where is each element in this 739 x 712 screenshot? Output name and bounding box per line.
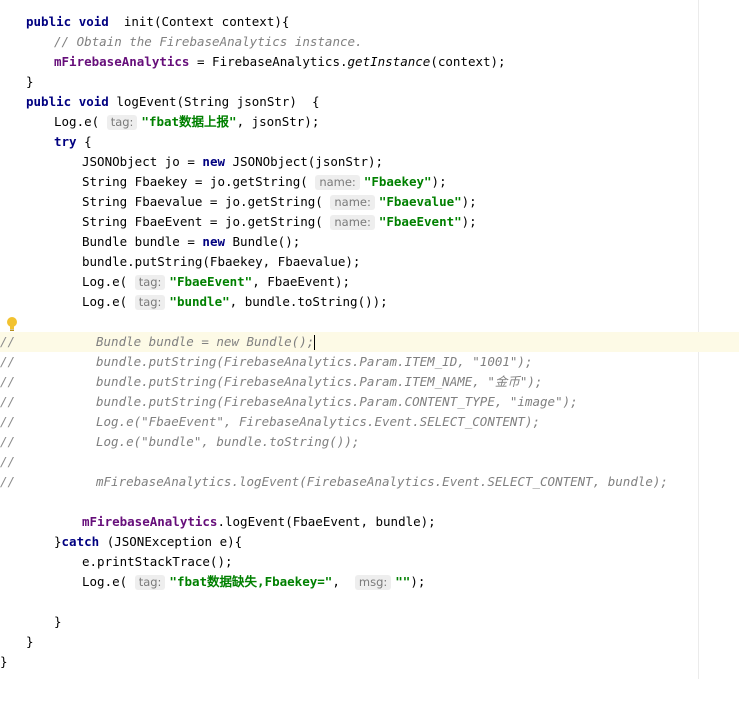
code-line[interactable]: mFirebaseAnalytics.logEvent(FbaeEvent, b… xyxy=(0,512,739,532)
code-line[interactable]: } xyxy=(0,632,739,652)
code-line[interactable]: // bundle.putString(FirebaseAnalytics.Pa… xyxy=(0,372,739,392)
code-line-current[interactable]: // Bundle bundle = new Bundle(); xyxy=(0,332,739,352)
code-line[interactable]: Log.e( tag: "fbat数据上报", jsonStr); xyxy=(0,112,739,132)
code-line[interactable]: } xyxy=(0,612,739,632)
code-line[interactable]: String Fbaekey = jo.getString( name: "Fba… xyxy=(0,172,739,192)
parameter-hint: tag: xyxy=(106,115,138,130)
code-line[interactable]: e.printStackTrace(); xyxy=(0,552,739,572)
parameter-hint: msg: xyxy=(354,575,392,590)
code-line[interactable]: // bundle.putString(FirebaseAnalytics.Pa… xyxy=(0,352,739,372)
code-line[interactable]: public void logEvent(String jsonStr) { xyxy=(0,92,739,112)
code-line[interactable]: public void init(Context context){ xyxy=(0,12,739,32)
code-line[interactable]: Log.e( tag: "fbat数据缺失,Fbaekey=", msg: ""); xyxy=(0,572,739,592)
code-line[interactable]: Log.e( tag: "FbaeEvent", FbaeEvent); xyxy=(0,272,739,292)
code-line[interactable]: // Log.e("FbaeEvent", FirebaseAnalytics.… xyxy=(0,412,739,432)
parameter-hint: name: xyxy=(330,215,375,230)
code-editor[interactable]: public void init(Context context){ // Ob… xyxy=(0,0,739,679)
parameter-hint: tag: xyxy=(134,275,166,290)
parameter-hint: name: xyxy=(330,195,375,210)
code-line[interactable]: } xyxy=(0,72,739,92)
code-line[interactable]: // xyxy=(0,452,739,472)
code-line[interactable]: Log.e( tag: "bundle", bundle.toString()); xyxy=(0,292,739,312)
parameter-hint: name: xyxy=(315,175,360,190)
code-line[interactable]: // bundle.putString(FirebaseAnalytics.Pa… xyxy=(0,392,739,412)
code-line[interactable]: // Log.e("bundle", bundle.toString()); xyxy=(0,432,739,452)
parameter-hint: tag: xyxy=(134,575,166,590)
code-line[interactable]: String Fbaevalue = jo.getString( name: "F… xyxy=(0,192,739,212)
text-caret xyxy=(314,335,316,350)
code-line[interactable]: }catch (JSONException e){ xyxy=(0,532,739,552)
code-line[interactable]: Bundle bundle = new Bundle(); xyxy=(0,232,739,252)
code-line[interactable]: // mFirebaseAnalytics.logEvent(FirebaseA… xyxy=(0,472,739,492)
code-line[interactable]: // Obtain the FirebaseAnalytics instance… xyxy=(0,32,739,52)
code-line[interactable]: String FbaeEvent = jo.getString( name: "F… xyxy=(0,212,739,232)
code-line[interactable]: mFirebaseAnalytics = FirebaseAnalytics.g… xyxy=(0,52,739,72)
parameter-hint: tag: xyxy=(134,295,166,310)
code-line[interactable]: } xyxy=(0,652,739,672)
code-line[interactable]: try { xyxy=(0,132,739,152)
code-line[interactable]: JSONObject jo = new JSONObject(jsonStr); xyxy=(0,152,739,172)
code-line[interactable]: bundle.putString(Fbaekey, Fbaevalue); xyxy=(0,252,739,272)
